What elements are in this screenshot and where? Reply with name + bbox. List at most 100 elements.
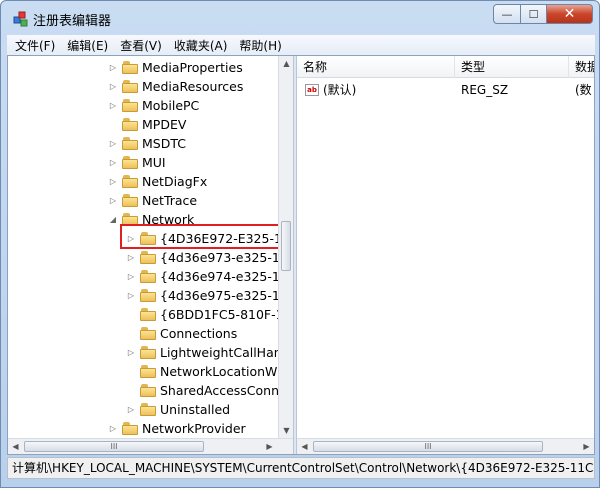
maximize-button[interactable]: ☐	[521, 4, 547, 24]
menu-help[interactable]: 帮助(H)	[239, 37, 281, 54]
scroll-right-icon[interactable]: ▶	[262, 439, 277, 454]
expand-arrow-icon[interactable]: ▷	[108, 424, 118, 433]
folder-icon	[140, 327, 156, 340]
tree-node-label: MediaResources	[142, 79, 244, 94]
close-icon: ✕	[563, 6, 576, 22]
expand-arrow-icon[interactable]: ▷	[108, 196, 118, 205]
key-tree-pane[interactable]: ▷ MediaProperties ▷ MediaResources ▷ MobilePC…	[8, 56, 293, 454]
tree-node[interactable]: ▷ NetDiagFx	[108, 172, 207, 191]
tree-node-label: LightweightCallHand	[160, 345, 290, 360]
value-data: (数	[575, 83, 592, 97]
tree-horizontal-scroll-thumb[interactable]: III	[24, 441, 204, 452]
tree-horizontal-scrollbar[interactable]: ◀ III ▶	[8, 438, 293, 454]
folder-icon	[122, 118, 138, 131]
expand-arrow-icon[interactable]: ▷	[126, 348, 136, 357]
value-name: (默认)	[323, 83, 357, 97]
list-horizontal-scroll-thumb[interactable]: III	[313, 441, 543, 452]
expand-arrow-icon[interactable]: ▷	[108, 177, 118, 186]
menu-view[interactable]: 查看(V)	[120, 37, 162, 54]
maximize-icon: ☐	[528, 7, 539, 21]
tree-vertical-scrollbar[interactable]: ▲ ▼	[278, 56, 293, 438]
scroll-up-icon[interactable]: ▲	[279, 56, 293, 71]
tree-node[interactable]: SharedAccessConne	[126, 381, 287, 400]
folder-icon	[122, 137, 138, 150]
folder-icon	[122, 175, 138, 188]
value-type: REG_SZ	[461, 83, 509, 97]
tree-node-label: MediaProperties	[142, 60, 243, 75]
scroll-left-icon[interactable]: ◀	[297, 439, 312, 454]
expand-arrow-icon[interactable]: ▷	[126, 291, 136, 300]
tree-node[interactable]: MPDEV	[108, 115, 186, 134]
menu-edit[interactable]: 编辑(E)	[67, 37, 108, 54]
expand-arrow-icon[interactable]: ▷	[126, 272, 136, 281]
tree-node-label: NetworkProvider	[142, 421, 246, 436]
folder-icon	[140, 365, 156, 378]
regedit-icon	[13, 11, 28, 27]
folder-icon	[140, 346, 156, 359]
minimize-button[interactable]: —	[493, 4, 521, 24]
tree-node[interactable]: ▷ {4d36e974-e325-11c	[126, 267, 293, 286]
folder-icon	[140, 384, 156, 397]
expand-arrow-icon[interactable]: ▷	[108, 101, 118, 110]
menu-file[interactable]: 文件(F)	[15, 37, 55, 54]
value-row[interactable]: ab (默认) REG_SZ (数	[297, 80, 594, 100]
tree-node[interactable]: ▷ MUI	[108, 153, 166, 172]
tree-node[interactable]: {6BDD1FC5-810F-11I	[126, 305, 293, 324]
tree-node[interactable]: ▷ NetworkProvider	[108, 419, 246, 438]
tree-node[interactable]: NetworkLocationWiz	[126, 362, 287, 381]
string-value-icon: ab	[305, 84, 319, 96]
tree-vertical-scroll-thumb[interactable]	[281, 221, 291, 271]
tree-node-label: MUI	[142, 155, 166, 170]
tree-node[interactable]: ▷ MediaResources	[108, 77, 243, 96]
status-bar: 计算机\HKEY_LOCAL_MACHINE\SYSTEM\CurrentCon…	[7, 457, 595, 479]
editor-client-area: ▷ MediaProperties ▷ MediaResources ▷ MobilePC…	[7, 55, 595, 455]
tree-node[interactable]: ▷ MediaProperties	[108, 58, 243, 77]
folder-icon	[140, 289, 156, 302]
tree-node[interactable]: ▷ NetTrace	[108, 191, 197, 210]
tree-node-label: NetworkLocationWiz	[160, 364, 288, 379]
tree-node[interactable]: ▷ {4d36e973-e325-11c	[126, 248, 293, 267]
value-list-pane[interactable]: 名称 类型 数据 ab (默认) REG_SZ (数 ◀ III ▶	[297, 56, 594, 454]
tree-node-label: Uninstalled	[160, 402, 231, 417]
scroll-left-icon[interactable]: ◀	[8, 439, 23, 454]
column-name[interactable]: 名称	[297, 56, 455, 78]
scroll-right-icon[interactable]: ▶	[579, 439, 594, 454]
menu-favorites[interactable]: 收藏夹(A)	[174, 37, 228, 54]
tree-node[interactable]: ▷ {4d36e975-e325-11c	[126, 286, 293, 305]
folder-icon	[140, 403, 156, 416]
folder-icon	[140, 270, 156, 283]
tree-node-label: Connections	[160, 326, 238, 341]
close-button[interactable]: ✕	[547, 4, 593, 24]
folder-icon	[122, 99, 138, 112]
collapse-arrow-icon[interactable]: ◢	[108, 215, 118, 224]
tree-node-label: {4d36e975-e325-11c	[160, 288, 293, 303]
tree-node-label: MSDTC	[142, 136, 186, 151]
tree-node-label: SharedAccessConne	[160, 383, 287, 398]
tree-node[interactable]: Connections	[126, 324, 237, 343]
tree-node[interactable]: ▷ MSDTC	[108, 134, 186, 153]
title-bar[interactable]: 注册表编辑器 — ☐ ✕	[1, 1, 599, 35]
scroll-down-icon[interactable]: ▼	[279, 423, 293, 438]
window-title: 注册表编辑器	[33, 14, 112, 29]
minimize-icon: —	[501, 7, 513, 21]
expand-arrow-icon[interactable]: ▷	[108, 82, 118, 91]
expand-arrow-icon[interactable]: ▷	[108, 139, 118, 148]
column-data[interactable]: 数据	[569, 56, 594, 78]
selected-key-highlight	[120, 224, 285, 249]
folder-icon	[122, 194, 138, 207]
expand-arrow-icon[interactable]: ▷	[108, 63, 118, 72]
folder-icon	[140, 308, 156, 321]
tree-node[interactable]: ▷ MobilePC	[108, 96, 199, 115]
folder-icon	[122, 422, 138, 435]
tree-node-label: MPDEV	[142, 117, 187, 132]
expand-arrow-icon[interactable]: ▷	[108, 158, 118, 167]
folder-icon	[140, 251, 156, 264]
list-horizontal-scrollbar[interactable]: ◀ III ▶	[297, 438, 594, 454]
tree-node[interactable]: ▷ Uninstalled	[126, 400, 230, 419]
expand-arrow-icon[interactable]: ▷	[126, 405, 136, 414]
tree-node[interactable]: ▷ LightweightCallHand	[126, 343, 290, 362]
expand-arrow-icon[interactable]: ▷	[126, 253, 136, 262]
tree-node-label: {4d36e973-e325-11c	[160, 250, 293, 265]
column-type[interactable]: 类型	[455, 56, 569, 78]
tree-node-label: MobilePC	[142, 98, 200, 113]
